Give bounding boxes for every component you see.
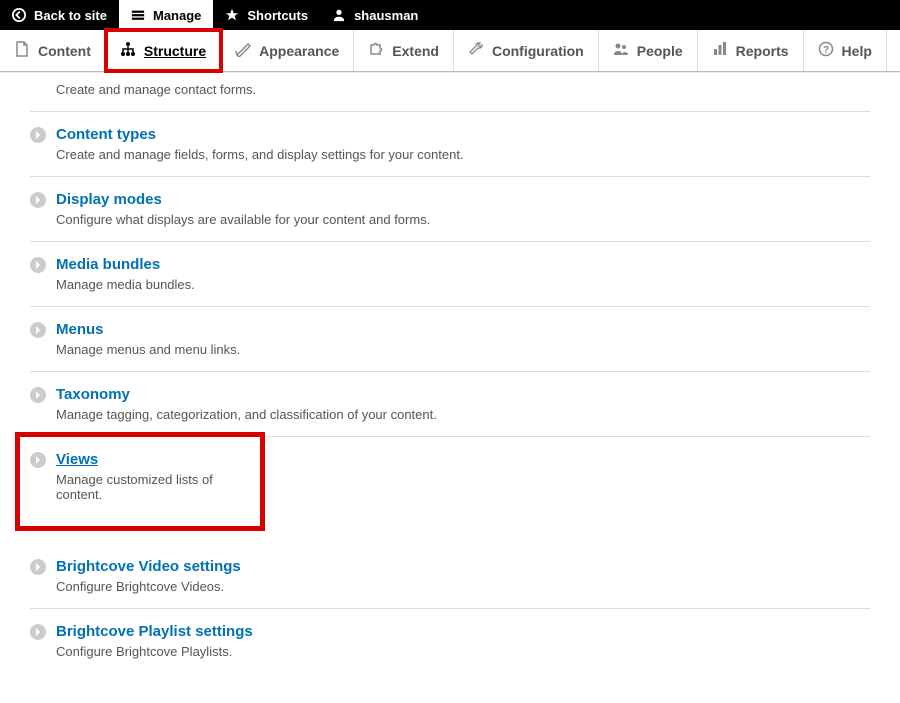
item-desc: Manage media bundles. [56,277,870,292]
item-title-link[interactable]: Views [56,451,260,468]
chevron-right-icon [30,387,46,403]
item-title-link[interactable]: Content types [56,126,870,143]
chevron-right-icon [30,127,46,143]
item-desc: Manage menus and menu links. [56,342,870,357]
hierarchy-icon [120,41,136,60]
item-desc: Configure what displays are available fo… [56,212,870,227]
item-title-link[interactable]: Taxonomy [56,386,870,403]
list-item: Brightcove Playlist settings Configure B… [30,609,870,673]
chevron-right-icon [30,452,46,468]
user-menu-button[interactable]: shausman [320,0,430,30]
admin-tabs: Content Structure Appearance Extend Conf… [0,30,900,72]
main-content: Create and manage contact forms. Content… [0,72,900,703]
tab-structure-label: Structure [144,43,206,59]
back-to-site-button[interactable]: Back to site [0,0,119,30]
list-item: Content types Create and manage fields, … [30,112,870,177]
tab-extend[interactable]: Extend [354,30,454,71]
people-icon [613,41,629,60]
tab-reports[interactable]: Reports [698,30,804,71]
chevron-right-icon [30,257,46,273]
item-desc: Create and manage fields, forms, and dis… [56,147,870,162]
chevron-right-icon [30,559,46,575]
tab-content-label: Content [38,43,91,59]
item-title-link[interactable]: Brightcove Playlist settings [56,623,870,640]
tab-configuration[interactable]: Configuration [454,30,599,71]
tab-content[interactable]: Content [0,30,106,71]
tab-people[interactable]: People [599,30,698,71]
tab-reports-label: Reports [736,43,789,59]
help-icon: ? [818,41,834,60]
tab-help-label: Help [842,43,872,59]
paintbrush-icon [235,41,251,60]
item-title-link[interactable]: Menus [56,321,870,338]
tab-extend-label: Extend [392,43,439,59]
item-title-link[interactable]: Brightcove Video settings [56,558,870,575]
top-toolbar: Back to site Manage Shortcuts shausman [0,0,900,30]
list-item: Display modes Configure what displays ar… [30,177,870,242]
list-item-views: Views Manage customized lists of content… [20,437,260,526]
bar-chart-icon [712,41,728,60]
chevron-right-icon [30,322,46,338]
user-icon [332,8,346,22]
item-desc: Manage customized lists of content. [56,472,260,502]
item-desc: Create and manage contact forms. [56,82,870,97]
item-desc: Configure Brightcove Videos. [56,579,870,594]
list-item: Taxonomy Manage tagging, categorization,… [30,372,870,437]
structure-list: Create and manage contact forms. Content… [30,82,870,673]
tab-configuration-label: Configuration [492,43,584,59]
list-item: Brightcove Video settings Configure Brig… [30,544,870,609]
item-title-link[interactable]: Display modes [56,191,870,208]
tab-people-label: People [637,43,683,59]
list-item: Menus Manage menus and menu links. [30,307,870,372]
chevron-right-icon [30,624,46,640]
shortcuts-button[interactable]: Shortcuts [213,0,320,30]
chevron-right-icon [30,192,46,208]
hamburger-icon [131,8,145,22]
tab-appearance[interactable]: Appearance [221,30,354,71]
back-arrow-icon [12,8,26,22]
back-to-site-label: Back to site [34,8,107,23]
list-item: Media bundles Manage media bundles. [30,242,870,307]
puzzle-icon [368,41,384,60]
item-title-link[interactable]: Media bundles [56,256,870,273]
wrench-icon [468,41,484,60]
list-item: Create and manage contact forms. [30,82,870,112]
shortcuts-label: Shortcuts [247,8,308,23]
manage-label: Manage [153,8,201,23]
tab-appearance-label: Appearance [259,43,339,59]
tab-help[interactable]: ? Help [804,30,887,71]
document-icon [14,41,30,60]
manage-button[interactable]: Manage [119,0,213,30]
tab-structure[interactable]: Structure [106,30,221,71]
item-desc: Manage tagging, categorization, and clas… [56,407,870,422]
username-label: shausman [354,8,418,23]
star-icon [225,8,239,22]
svg-text:?: ? [822,45,828,56]
item-desc: Configure Brightcove Playlists. [56,644,870,659]
